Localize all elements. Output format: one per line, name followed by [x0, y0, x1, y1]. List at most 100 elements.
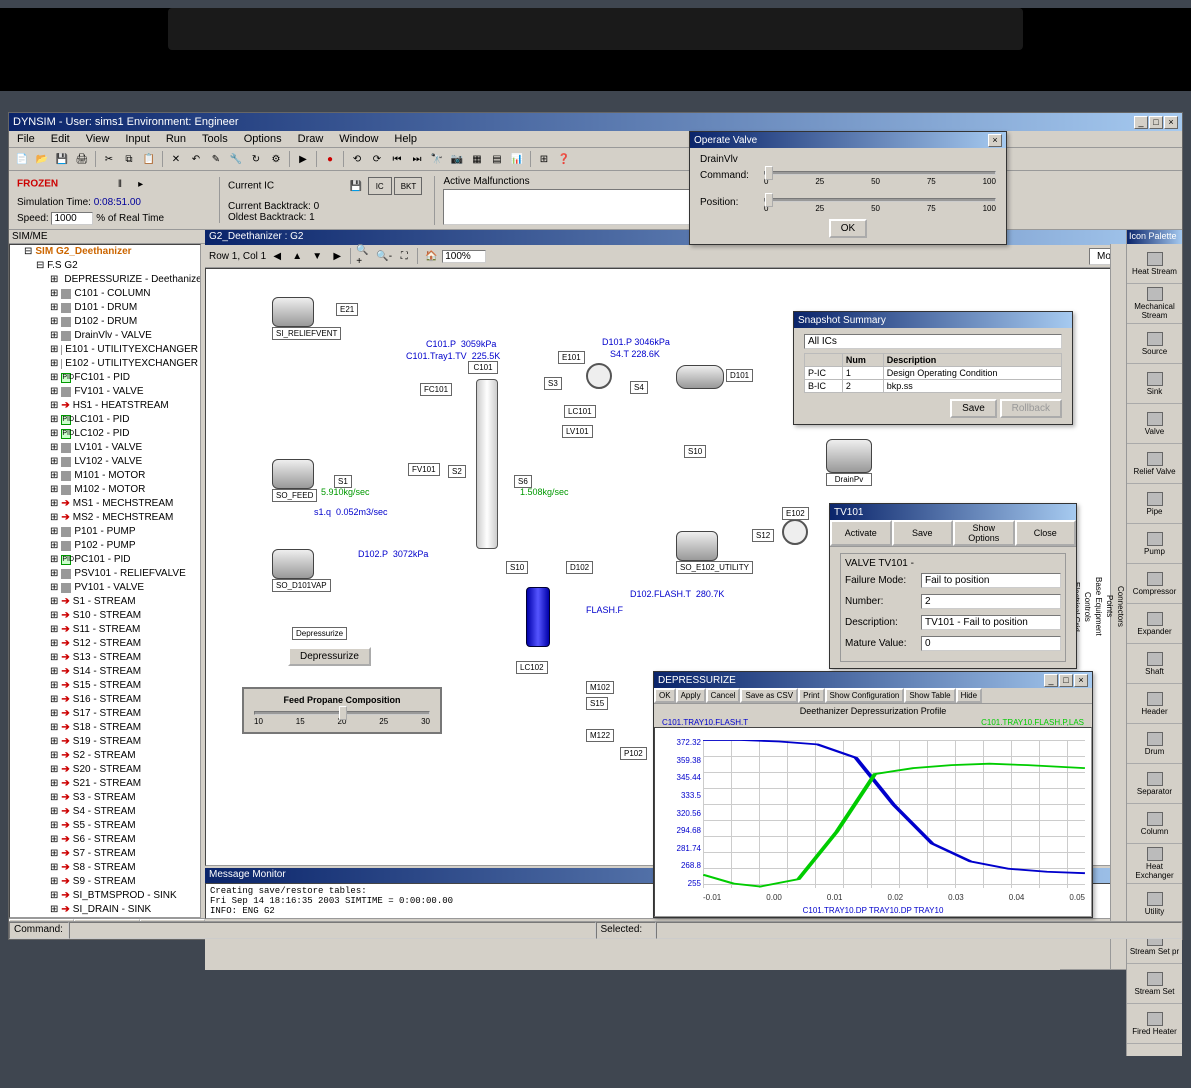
menu-tools[interactable]: Tools: [198, 132, 232, 146]
flash-d102[interactable]: [526, 587, 550, 647]
side-tab-base-equipment[interactable]: Base Equipment: [1093, 244, 1104, 970]
side-tab-connectors[interactable]: Connectors: [1115, 244, 1126, 970]
tree-item[interactable]: ⊞ ➔ S5 - STREAM: [10, 819, 200, 833]
tree-item[interactable]: ⊞ ➔ S17 - STREAM: [10, 707, 200, 721]
tree-item[interactable]: ⊞ ➔ S3 - STREAM: [10, 791, 200, 805]
close-button[interactable]: ×: [1164, 116, 1178, 129]
palette-pipe[interactable]: Pipe: [1127, 484, 1182, 524]
tree-item[interactable]: ⊞ P102 - PUMP: [10, 539, 200, 553]
side-tab-points[interactable]: Points: [1104, 244, 1115, 970]
palette-heat-exchanger[interactable]: Heat Exchanger: [1127, 844, 1182, 884]
chart-icon[interactable]: 📊: [508, 150, 526, 168]
record-icon[interactable]: ●: [321, 150, 339, 168]
tv-save-button[interactable]: Save: [892, 520, 954, 546]
menu-run[interactable]: Run: [162, 132, 190, 146]
open-icon[interactable]: 📂: [33, 150, 51, 168]
ov-ok-button[interactable]: OK: [829, 219, 867, 238]
ov-close-button[interactable]: ×: [988, 134, 1002, 147]
position-slider[interactable]: [764, 198, 996, 202]
help-icon[interactable]: ❓: [555, 150, 573, 168]
tree-item[interactable]: ⊞ ➔ S20 - STREAM: [10, 763, 200, 777]
undo-icon[interactable]: ↶: [187, 150, 205, 168]
tree-item[interactable]: ⊞ ➔ S4 - STREAM: [10, 805, 200, 819]
tree-item[interactable]: ⊞ E101 - UTILITYEXCHANGER: [10, 343, 200, 357]
tree-item[interactable]: ⊞ ➔ SI_BTMSPROD - SINK: [10, 889, 200, 903]
palette-relief-valve[interactable]: Relief Valve: [1127, 444, 1182, 484]
column-c101[interactable]: [476, 379, 498, 549]
command-slider[interactable]: [764, 171, 996, 175]
nav-first-icon[interactable]: ◀: [268, 247, 286, 265]
menu-view[interactable]: View: [82, 132, 114, 146]
tree-item[interactable]: ⊞ ➔ S8 - STREAM: [10, 861, 200, 875]
tv-activate-button[interactable]: Activate: [830, 520, 892, 546]
menu-input[interactable]: Input: [121, 132, 153, 146]
drum-util[interactable]: [676, 531, 718, 561]
skip-fwd-icon[interactable]: ⏭: [408, 150, 426, 168]
step-back-icon[interactable]: ⟲: [348, 150, 366, 168]
tv-show-options-button[interactable]: Show Options: [953, 520, 1015, 546]
tree-item[interactable]: ⊞ ➔ S13 - STREAM: [10, 651, 200, 665]
ic-button[interactable]: IC: [368, 177, 392, 195]
menu-options[interactable]: Options: [240, 132, 286, 146]
dep-max-button[interactable]: □: [1059, 674, 1073, 687]
speed-input[interactable]: [51, 212, 93, 225]
drum-d101[interactable]: [676, 365, 724, 389]
tree-item[interactable]: ⊞ D102 - DRUM: [10, 315, 200, 329]
tree-item[interactable]: ⊞ D101 - DRUM: [10, 301, 200, 315]
binoculars-icon[interactable]: 🔭: [428, 150, 446, 168]
home-icon[interactable]: 🏠: [422, 247, 440, 265]
tree-item[interactable]: ⊞ ➔ HS1 - HEATSTREAM: [10, 399, 200, 413]
snapshot-save-button[interactable]: Save: [950, 399, 997, 418]
config-icon[interactable]: ⊞: [535, 150, 553, 168]
hx-e101[interactable]: [586, 363, 612, 389]
palette-stream-set[interactable]: Stream Set: [1127, 964, 1182, 1004]
redo-icon[interactable]: ↻: [247, 150, 265, 168]
palette-column[interactable]: Column: [1127, 804, 1182, 844]
palette-compressor[interactable]: Compressor: [1127, 564, 1182, 604]
pencil-icon[interactable]: ✎: [207, 150, 225, 168]
grid-icon[interactable]: ▦: [468, 150, 486, 168]
tree-item[interactable]: ⊞ PSV101 - RELIEFVALVE: [10, 567, 200, 581]
tree-item[interactable]: ⊞ ➔ S14 - STREAM: [10, 665, 200, 679]
menu-window[interactable]: Window: [335, 132, 382, 146]
drainpv[interactable]: [826, 439, 872, 473]
dep-show-configuration-button[interactable]: Show Configuration: [825, 688, 905, 703]
command-input[interactable]: [69, 922, 596, 939]
palette-pump[interactable]: Pump: [1127, 524, 1182, 564]
snapshot-rollback-button[interactable]: Rollback: [1000, 399, 1062, 418]
tree-item[interactable]: ⊞ ➔ S15 - STREAM: [10, 679, 200, 693]
tree-item[interactable]: ⊞ FV101 - VALVE: [10, 385, 200, 399]
tree-item[interactable]: ⊞ ➔ S16 - STREAM: [10, 693, 200, 707]
tree-item[interactable]: ⊞ ➔ MS2 - MECHSTREAM: [10, 511, 200, 525]
tree-item[interactable]: ⊞ ➔ S6 - STREAM: [10, 833, 200, 847]
save-icon[interactable]: 💾: [53, 150, 71, 168]
depressurize-button[interactable]: Depressurize: [288, 647, 371, 666]
pause-icon[interactable]: ‖: [111, 175, 129, 193]
bkt-button[interactable]: BKT: [394, 177, 422, 195]
palette-valve[interactable]: Valve: [1127, 404, 1182, 444]
table-icon[interactable]: ▤: [488, 150, 506, 168]
run-icon[interactable]: ▸: [132, 175, 150, 193]
palette-shaft[interactable]: Shaft: [1127, 644, 1182, 684]
menu-help[interactable]: Help: [390, 132, 421, 146]
tree-item[interactable]: ⊞ ➔ S7 - STREAM: [10, 847, 200, 861]
tree-item[interactable]: ⊞ PID PC101 - PID: [10, 553, 200, 567]
dep-hide-button[interactable]: Hide: [956, 688, 982, 703]
new-icon[interactable]: 📄: [13, 150, 31, 168]
tree-item[interactable]: ⊞ PV101 - VALVE: [10, 581, 200, 595]
palette-expander[interactable]: Expander: [1127, 604, 1182, 644]
tree-item[interactable]: ⊞ ➔ S1 - STREAM: [10, 595, 200, 609]
menu-file[interactable]: File: [13, 132, 39, 146]
paste-icon[interactable]: 📋: [140, 150, 158, 168]
dep-apply-button[interactable]: Apply: [676, 688, 706, 703]
maximize-button[interactable]: □: [1149, 116, 1163, 129]
menu-draw[interactable]: Draw: [294, 132, 328, 146]
hx-e102[interactable]: [782, 519, 808, 545]
palette-utility[interactable]: Utility: [1127, 884, 1182, 924]
tree-item[interactable]: ⊞ PID LC102 - PID: [10, 427, 200, 441]
dep-save-as-csv-button[interactable]: Save as CSV: [740, 688, 798, 703]
tree-item[interactable]: ⊞ ➔ S12 - STREAM: [10, 637, 200, 651]
play-icon[interactable]: ▶: [294, 150, 312, 168]
tree-item[interactable]: ⊞ LV102 - VALVE: [10, 455, 200, 469]
palette-separator[interactable]: Separator: [1127, 764, 1182, 804]
